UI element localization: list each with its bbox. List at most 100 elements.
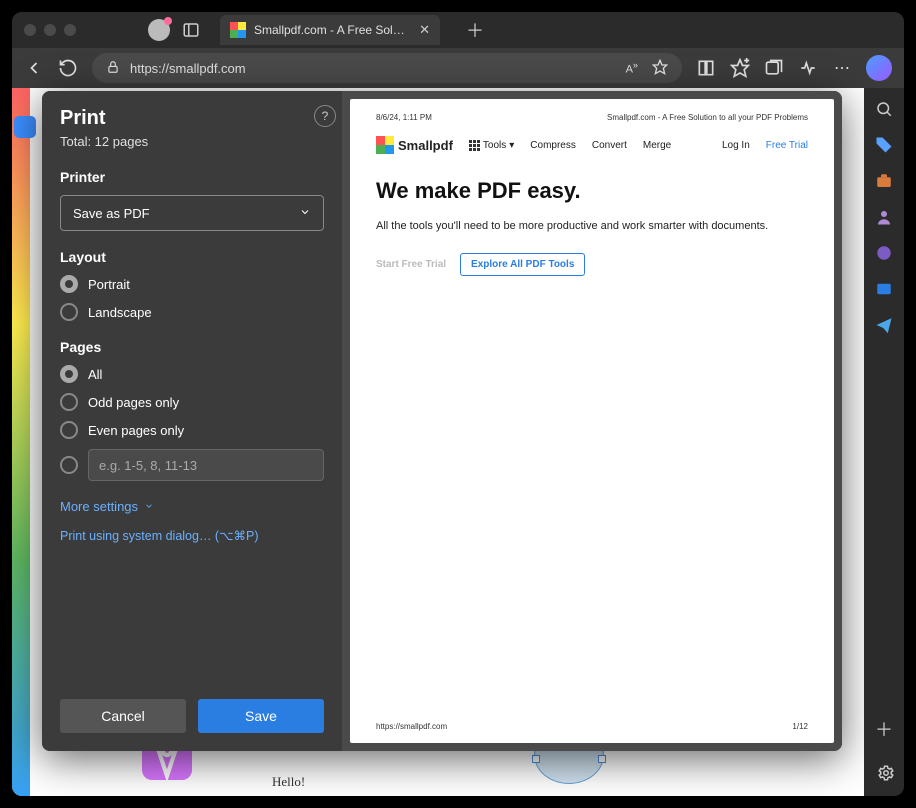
preview-free-trial: Free Trial — [766, 140, 808, 151]
radio-icon — [60, 303, 78, 321]
edge-sidebar: ＋ — [864, 88, 904, 796]
close-window-icon[interactable] — [24, 24, 36, 36]
lock-icon — [106, 60, 120, 77]
profile-avatar-icon[interactable] — [148, 19, 170, 41]
preview-login: Log In — [722, 140, 750, 151]
cancel-button[interactable]: Cancel — [60, 699, 186, 733]
layout-portrait-label: Portrait — [88, 277, 130, 292]
layout-landscape-label: Landscape — [88, 305, 152, 320]
pages-even-label: Even pages only — [88, 423, 184, 438]
send-icon[interactable] — [875, 316, 893, 334]
save-button[interactable]: Save — [198, 699, 324, 733]
new-tab-button[interactable]: ＋ — [466, 17, 484, 43]
layout-landscape-option[interactable]: Landscape — [60, 303, 324, 321]
preview-nav: Smallpdf Tools ▾ Compress Convert Merge … — [376, 136, 808, 154]
pages-custom-option[interactable] — [60, 449, 324, 481]
print-preview-panel: 8/6/24, 1:11 PM Smallpdf.com - A Free So… — [342, 91, 842, 751]
radio-icon — [60, 421, 78, 439]
pages-odd-label: Odd pages only — [88, 395, 179, 410]
radio-selected-icon — [60, 365, 78, 383]
radio-selected-icon — [60, 275, 78, 293]
print-subtitle: Total: 12 pages — [60, 134, 324, 149]
more-settings-label: More settings — [60, 499, 138, 514]
maximize-window-icon[interactable] — [64, 24, 76, 36]
preview-logo: Smallpdf — [376, 136, 453, 154]
printer-value: Save as PDF — [73, 206, 150, 221]
preview-explore: Explore All PDF Tools — [460, 253, 585, 276]
read-aloud-icon[interactable]: A» — [626, 60, 638, 76]
tab-favicon-icon — [230, 22, 246, 38]
pages-odd-option[interactable]: Odd pages only — [60, 393, 324, 411]
preview-date: 8/6/24, 1:11 PM — [376, 113, 432, 122]
person-icon[interactable] — [875, 208, 893, 226]
preview-brand: Smallpdf — [398, 138, 453, 153]
printer-dropdown[interactable]: Save as PDF — [60, 195, 324, 231]
preview-merge: Merge — [643, 140, 671, 151]
briefcase-icon[interactable] — [875, 172, 893, 190]
logo-icon — [376, 136, 394, 154]
browser-tab[interactable]: Smallpdf.com - A Free Solution ✕ — [220, 15, 440, 45]
preview-footer-url: https://smallpdf.com — [376, 722, 447, 731]
hello-text: Hello! — [272, 774, 305, 790]
health-icon[interactable] — [798, 58, 818, 78]
copilot-icon[interactable] — [866, 55, 892, 81]
preview-body: All the tools you'll need to be more pro… — [376, 218, 808, 235]
pages-range-input[interactable] — [88, 449, 324, 481]
minimize-window-icon[interactable] — [44, 24, 56, 36]
preview-convert: Convert — [592, 140, 627, 151]
address-bar[interactable]: https://smallpdf.com A» — [92, 53, 682, 83]
home-tile[interactable] — [14, 116, 36, 138]
outlook-icon[interactable] — [875, 280, 893, 298]
preview-headline: We make PDF easy. — [376, 178, 808, 204]
preview-tools-label: Tools — [483, 140, 506, 151]
radio-icon — [60, 393, 78, 411]
search-icon[interactable] — [875, 100, 893, 118]
layout-label: Layout — [60, 249, 324, 265]
print-footer: Cancel Save — [42, 685, 342, 751]
print-title: Print — [60, 107, 324, 130]
address-url: https://smallpdf.com — [130, 61, 246, 76]
help-button[interactable]: ? — [314, 105, 336, 127]
tab-title: Smallpdf.com - A Free Solution — [254, 23, 411, 37]
more-settings-link[interactable]: More settings — [60, 499, 324, 514]
back-button[interactable] — [24, 58, 44, 78]
radio-icon — [60, 456, 78, 474]
browser-toolbar: https://smallpdf.com A» ⋯ — [12, 48, 904, 88]
traffic-lights — [24, 24, 76, 36]
favorites-icon[interactable] — [730, 58, 750, 78]
preview-header: Smallpdf.com - A Free Solution to all yo… — [607, 113, 808, 122]
chevron-down-icon — [299, 206, 311, 221]
home-strip — [12, 88, 30, 796]
printer-label: Printer — [60, 169, 324, 185]
settings-gear-icon[interactable] — [877, 764, 895, 787]
layout-portrait-option[interactable]: Portrait — [60, 275, 324, 293]
collections-icon[interactable] — [764, 58, 784, 78]
favorite-star-icon[interactable] — [652, 59, 668, 78]
sidebar-toggle-icon[interactable] — [182, 21, 200, 39]
tab-close-icon[interactable]: ✕ — [419, 22, 430, 38]
system-dialog-link[interactable]: Print using system dialog… (⌥⌘P) — [60, 528, 324, 543]
preview-compress: Compress — [530, 140, 576, 151]
preview-start-trial: Start Free Trial — [376, 259, 446, 270]
pages-all-option[interactable]: All — [60, 365, 324, 383]
titlebar: Smallpdf.com - A Free Solution ✕ ＋ — [12, 12, 904, 48]
refresh-button[interactable] — [58, 58, 78, 78]
chevron-down-icon — [144, 499, 154, 514]
print-dialog: Print Total: 12 pages ? Printer Save as … — [42, 91, 842, 751]
more-menu-icon[interactable]: ⋯ — [832, 58, 852, 78]
pages-even-option[interactable]: Even pages only — [60, 421, 324, 439]
page-content: Hello! Print Total: 12 pages ? Printer S… — [12, 88, 864, 796]
grid-icon — [469, 140, 480, 151]
preview-footer-page: 1/12 — [792, 722, 808, 731]
pages-label: Pages — [60, 339, 324, 355]
preview-tools: Tools ▾ — [469, 140, 514, 151]
caret-down-icon: ▾ — [509, 140, 514, 151]
tag-icon[interactable] — [875, 136, 893, 154]
pages-all-label: All — [88, 367, 102, 382]
preview-ctas: Start Free Trial Explore All PDF Tools — [376, 253, 808, 276]
preview-page: 8/6/24, 1:11 PM Smallpdf.com - A Free So… — [350, 99, 834, 743]
print-settings-panel: Print Total: 12 pages ? Printer Save as … — [42, 91, 342, 751]
reading-list-icon[interactable] — [696, 58, 716, 78]
add-sidebar-icon[interactable]: ＋ — [875, 720, 893, 738]
office-icon[interactable] — [875, 244, 893, 262]
